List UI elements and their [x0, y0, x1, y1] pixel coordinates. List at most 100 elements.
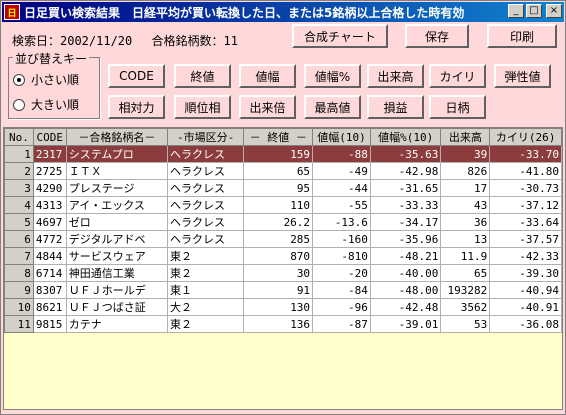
table-cell[interactable]: サービスウェア: [65, 247, 168, 265]
table-cell[interactable]: ヘラクレス: [166, 196, 245, 214]
row-number[interactable]: 7: [4, 247, 34, 265]
table-cell[interactable]: カテナ: [65, 315, 168, 333]
table-cell[interactable]: 17: [440, 179, 491, 197]
close-button[interactable]: ×: [546, 4, 562, 18]
table-cell[interactable]: -33.64: [489, 213, 562, 231]
table-cell[interactable]: -40.94: [489, 281, 562, 299]
table-cell[interactable]: -84: [312, 281, 371, 299]
table-cell[interactable]: -39.30: [489, 264, 562, 282]
table-cell[interactable]: 130: [243, 298, 314, 316]
table-cell[interactable]: -55: [312, 196, 371, 214]
table-cell[interactable]: -48.00: [369, 281, 442, 299]
sort-code-button[interactable]: CODE: [108, 64, 165, 88]
row-number[interactable]: 4: [4, 196, 34, 214]
table-cell[interactable]: -40.91: [489, 298, 562, 316]
table-cell[interactable]: デジタルアドベ: [65, 230, 168, 248]
table-cell[interactable]: -39.01: [369, 315, 442, 333]
table-cell[interactable]: -42.33: [489, 247, 562, 265]
table-cell[interactable]: 11.9: [440, 247, 491, 265]
column-header[interactable]: No.: [4, 128, 34, 146]
row-number[interactable]: 11: [4, 315, 34, 333]
table-cell[interactable]: -44: [312, 179, 371, 197]
table-cell[interactable]: 2725: [32, 162, 67, 180]
table-cell[interactable]: 159: [243, 145, 314, 163]
sort-elasticity-button[interactable]: 弾性値: [494, 64, 551, 88]
table-cell[interactable]: -33.33: [369, 196, 442, 214]
table-cell[interactable]: 91: [243, 281, 314, 299]
table-cell[interactable]: 26.2: [243, 213, 314, 231]
table-cell[interactable]: システムプロ: [65, 145, 168, 163]
table-cell[interactable]: 4772: [32, 230, 67, 248]
table-cell[interactable]: -88: [312, 145, 371, 163]
column-header[interactable]: -市場区分-: [166, 128, 245, 146]
table-cell[interactable]: -36.08: [489, 315, 562, 333]
sort-high-button[interactable]: 最高値: [304, 95, 361, 119]
row-number[interactable]: 8: [4, 264, 34, 282]
row-number[interactable]: 2: [4, 162, 34, 180]
results-grid[interactable]: No. CODE －合格銘柄名－ -市場区分- － 終値 － 値幅(10) 値幅…: [3, 127, 563, 410]
sort-days-button[interactable]: 日柄: [429, 95, 486, 119]
table-cell[interactable]: -42.98: [369, 162, 442, 180]
table-cell[interactable]: 65: [440, 264, 491, 282]
sort-rank-phase-button[interactable]: 順位相: [174, 95, 231, 119]
sort-volume-ratio-button[interactable]: 出来倍: [239, 95, 296, 119]
table-cell[interactable]: -33.70: [489, 145, 562, 163]
table-cell[interactable]: -96: [312, 298, 371, 316]
table-cell[interactable]: 4844: [32, 247, 67, 265]
table-cell[interactable]: 大２: [166, 298, 245, 316]
sort-relative-strength-button[interactable]: 相対力: [108, 95, 165, 119]
table-row[interactable]: 4 4313 アイ・エックス ヘラクレス 110 -55 -33.33 43 -37.12: [4, 196, 562, 214]
sort-volume-button[interactable]: 出来高: [367, 64, 424, 88]
row-number[interactable]: 6: [4, 230, 34, 248]
table-cell[interactable]: ヘラクレス: [166, 145, 245, 163]
table-cell[interactable]: アイ・エックス: [65, 196, 168, 214]
table-cell[interactable]: 39: [440, 145, 491, 163]
table-cell[interactable]: 6714: [32, 264, 67, 282]
table-row[interactable]: 8 6714 神田通信工業 東２ 30 -20 -40.00 65 -39.30: [4, 264, 562, 282]
table-cell[interactable]: -13.6: [312, 213, 371, 231]
column-header[interactable]: －合格銘柄名－: [65, 128, 168, 146]
column-header[interactable]: カイリ(26): [489, 128, 562, 146]
row-number[interactable]: 9: [4, 281, 34, 299]
table-cell[interactable]: -87: [312, 315, 371, 333]
table-cell[interactable]: -37.57: [489, 230, 562, 248]
row-number[interactable]: 10: [4, 298, 34, 316]
table-cell[interactable]: -49: [312, 162, 371, 180]
table-row[interactable]: 11 9815 カテナ 東２ 136 -87 -39.01 53 -36.08: [4, 315, 562, 333]
table-cell[interactable]: ヘラクレス: [166, 213, 245, 231]
table-cell[interactable]: 3562: [440, 298, 491, 316]
table-cell[interactable]: -37.12: [489, 196, 562, 214]
table-cell[interactable]: 30: [243, 264, 314, 282]
table-cell[interactable]: ゼロ: [65, 213, 168, 231]
column-header[interactable]: － 終値 －: [243, 128, 314, 146]
table-cell[interactable]: 870: [243, 247, 314, 265]
table-cell[interactable]: -810: [312, 247, 371, 265]
table-cell[interactable]: 53: [440, 315, 491, 333]
title-bar[interactable]: 日 日足買い検索結果 日経平均が買い転換した日、または5銘柄以上合格した時有効 …: [2, 2, 564, 22]
table-cell[interactable]: 2317: [32, 145, 67, 163]
table-cell[interactable]: 9815: [32, 315, 67, 333]
table-cell[interactable]: 4313: [32, 196, 67, 214]
table-cell[interactable]: ヘラクレス: [166, 230, 245, 248]
column-header[interactable]: 出来高: [440, 128, 491, 146]
sort-range-pct-button[interactable]: 値幅%: [304, 64, 361, 88]
table-cell[interactable]: 8307: [32, 281, 67, 299]
table-cell[interactable]: -40.00: [369, 264, 442, 282]
table-cell[interactable]: 95: [243, 179, 314, 197]
app-icon[interactable]: 日: [4, 4, 20, 20]
table-cell[interactable]: 43: [440, 196, 491, 214]
table-cell[interactable]: 65: [243, 162, 314, 180]
save-button[interactable]: 保存: [405, 24, 469, 48]
table-cell[interactable]: -42.48: [369, 298, 442, 316]
table-row[interactable]: 7 4844 サービスウェア 東２ 870 -810 -48.21 11.9 -42.33: [4, 247, 562, 265]
table-cell[interactable]: 8621: [32, 298, 67, 316]
composite-chart-button[interactable]: 合成チャート: [292, 24, 388, 48]
table-cell[interactable]: 神田通信工業: [65, 264, 168, 282]
table-row[interactable]: 1 2317 システムプロ ヘラクレス 159 -88 -35.63 39 -33.70: [4, 145, 562, 163]
table-cell[interactable]: 4290: [32, 179, 67, 197]
table-row[interactable]: 2 2725 ＩＴＸ ヘラクレス 65 -49 -42.98 826 -41.80: [4, 162, 562, 180]
table-row[interactable]: 5 4697 ゼロ ヘラクレス 26.2 -13.6 -34.17 36 -33.64: [4, 213, 562, 231]
table-cell[interactable]: 東２: [166, 247, 245, 265]
column-header[interactable]: CODE: [32, 128, 67, 146]
table-cell[interactable]: プレステージ: [65, 179, 168, 197]
